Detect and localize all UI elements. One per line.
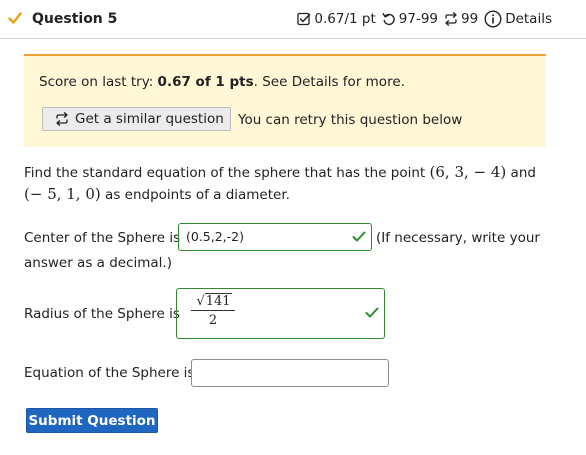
point-one: (6, 3, − 4): [429, 163, 507, 181]
center-note-line2: answer as a decimal.): [24, 255, 172, 271]
question-prompt: Find the standard equation of the sphere…: [24, 162, 554, 206]
info-circle-icon: [484, 10, 502, 28]
radius-numerator: √141: [191, 293, 235, 311]
prompt-text-mid: and: [506, 165, 536, 181]
equation-label: Equation of the Sphere is: [24, 365, 195, 381]
repeat-arrows-icon: [56, 112, 68, 126]
checkbox-check-icon: [297, 12, 311, 26]
retries-indicator: 99: [444, 11, 478, 27]
score-text: Score on last try: 0.67 of 1 pts. See De…: [39, 74, 405, 90]
details-link[interactable]: Details: [484, 10, 552, 28]
submit-question-button[interactable]: Submit Question: [26, 408, 158, 433]
prompt-text-after: as endpoints of a diameter.: [100, 187, 290, 203]
correct-check-icon: [365, 307, 379, 318]
correct-check-icon: [352, 231, 366, 242]
question-meta: 0.67/1 pt 97-99 99 Details: [297, 10, 552, 28]
center-note-line1: (If necessary, write your: [376, 230, 540, 246]
prompt-text-before: Find the standard equation of the sphere…: [24, 165, 430, 181]
score-suffix: . See Details for more.: [253, 74, 405, 90]
attempts-text: 97-99: [398, 11, 438, 27]
radius-input[interactable]: √141 2: [176, 288, 385, 339]
radius-denominator: 2: [208, 313, 218, 328]
details-label[interactable]: Details: [505, 11, 552, 27]
equation-input[interactable]: [191, 359, 389, 387]
attempts-indicator: 97-99: [382, 11, 438, 27]
question-title: Question 5: [32, 11, 118, 27]
score-value: 0.67 of 1 pts: [157, 74, 254, 90]
points-indicator: 0.67/1 pt: [297, 11, 376, 27]
similar-question-label: Get a similar question: [75, 111, 224, 127]
similar-question-button[interactable]: Get a similar question: [42, 107, 231, 131]
repeat-arrows-icon: [445, 12, 457, 26]
center-input-value: (0.5,2,-2): [186, 229, 244, 244]
radius-fraction: √141 2: [191, 293, 235, 328]
score-banner: Score on last try: 0.67 of 1 pts. See De…: [24, 54, 546, 147]
check-icon: [8, 12, 22, 24]
question-header: Question 5 0.67/1 pt 97-99 99 Details: [0, 0, 586, 39]
center-label: Center of the Sphere is: [24, 230, 181, 246]
submit-question-label: Submit Question: [28, 412, 156, 429]
radius-label: Radius of the Sphere is: [24, 306, 180, 322]
score-prefix: Score on last try:: [39, 74, 158, 90]
retries-text: 99: [461, 11, 479, 27]
radius-radicand: 141: [204, 293, 232, 309]
center-input[interactable]: (0.5,2,-2): [178, 223, 372, 251]
point-two: (− 5, 1, 0): [24, 185, 101, 203]
retry-text: You can retry this question below: [238, 112, 463, 128]
retry-arrow-icon: [382, 13, 395, 26]
points-text: 0.67/1 pt: [314, 11, 376, 27]
